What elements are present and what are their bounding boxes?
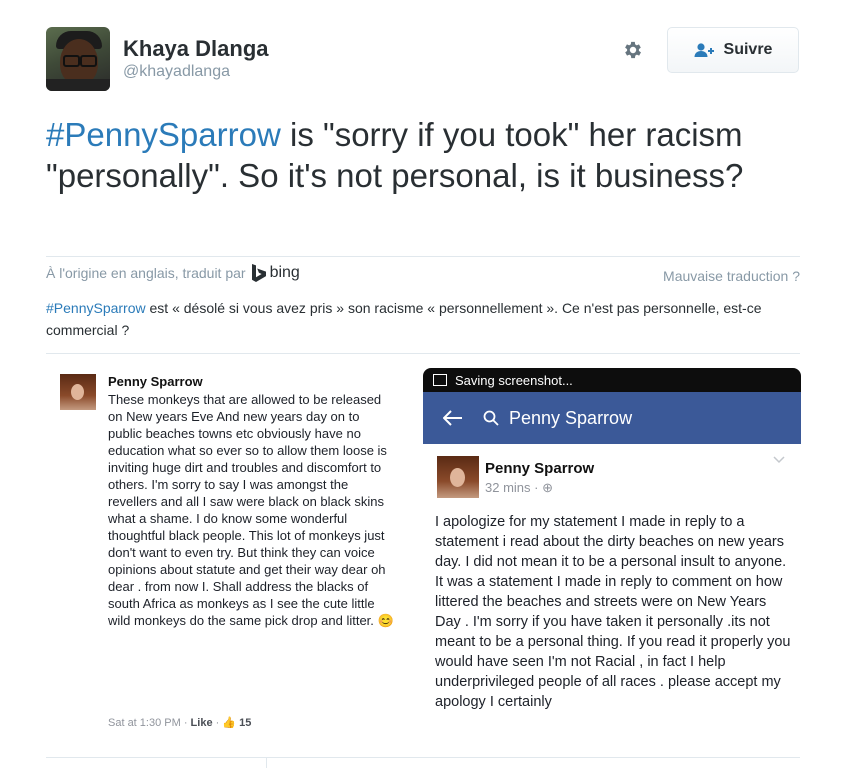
post-body: I apologize for my statement I made in r…	[435, 514, 791, 710]
translation-hashtag-link[interactable]: #PennySparrow	[46, 300, 146, 316]
tweet-hashtag-link[interactable]: #PennySparrow	[46, 116, 281, 153]
translation-source-label: À l'origine en anglais, traduit par	[46, 265, 246, 281]
media-left-screenshot[interactable]: Penny Sparrow These monkeys that are all…	[46, 362, 408, 750]
post-time-text: 32 mins ·	[485, 480, 539, 495]
stats-divider	[266, 757, 267, 768]
media-right-screenshot[interactable]: Saving screenshot... Penny Sparrow Penny…	[423, 368, 801, 750]
translation-body: est « désolé si vous avez pris » son rac…	[46, 300, 762, 338]
author-avatar[interactable]	[46, 27, 110, 91]
tweet-text: #PennySparrow is "sorry if you took" her…	[46, 114, 806, 196]
follow-button-label: Suivre	[723, 41, 773, 58]
search-title: Penny Sparrow	[509, 407, 633, 428]
search-icon	[483, 410, 499, 426]
like-label: Like	[190, 717, 213, 729]
translated-text: #PennySparrow est « désolé si vous avez …	[46, 297, 786, 341]
back-arrow-icon	[443, 410, 462, 426]
post-author-name: Penny Sparrow	[108, 374, 203, 389]
thumbs-up-icon: 👍	[222, 717, 237, 729]
chevron-down-icon	[773, 456, 785, 464]
avatar-glasses-left	[63, 55, 80, 67]
like-count: 15	[239, 717, 252, 729]
bing-logo[interactable]: bing	[251, 264, 300, 282]
bing-icon	[251, 264, 266, 282]
globe-icon: ⊕	[542, 480, 553, 495]
post-time: Sat at 1:30 PM	[108, 717, 181, 729]
post-author-name: Penny Sparrow	[485, 460, 595, 477]
profile-picture	[60, 374, 96, 410]
translation-source: À l'origine en anglais, traduit par bing	[46, 264, 300, 282]
facebook-app-bar: Penny Sparrow	[423, 392, 801, 444]
divider-bottom	[46, 757, 800, 758]
avatar-shirt	[46, 79, 110, 91]
profile-picture	[437, 456, 479, 498]
bing-label: bing	[269, 264, 300, 281]
divider-media	[46, 353, 800, 354]
bad-translation-link[interactable]: Mauvaise traduction ?	[663, 268, 800, 284]
phone-status-bar: Saving screenshot...	[423, 368, 801, 392]
gear-icon[interactable]	[622, 39, 644, 61]
avatar-glasses-right	[80, 55, 97, 67]
add-user-icon	[694, 43, 714, 57]
author-handle[interactable]: @khayadlanga	[123, 63, 230, 81]
author-name[interactable]: Khaya Dlanga	[123, 36, 269, 62]
divider-top	[46, 256, 800, 257]
image-icon	[433, 374, 447, 386]
status-text: Saving screenshot...	[455, 372, 573, 388]
smiley-emoji-icon: 😊	[377, 613, 394, 628]
post-body-text: These monkeys that are allowed to be rel…	[108, 392, 387, 628]
follow-button[interactable]: Suivre	[667, 27, 799, 73]
post-time: 32 mins · ⊕	[485, 480, 553, 496]
post-meta: Sat at 1:30 PM · Like · 👍 15	[108, 717, 252, 729]
post-body: These monkeys that are allowed to be rel…	[108, 391, 396, 629]
